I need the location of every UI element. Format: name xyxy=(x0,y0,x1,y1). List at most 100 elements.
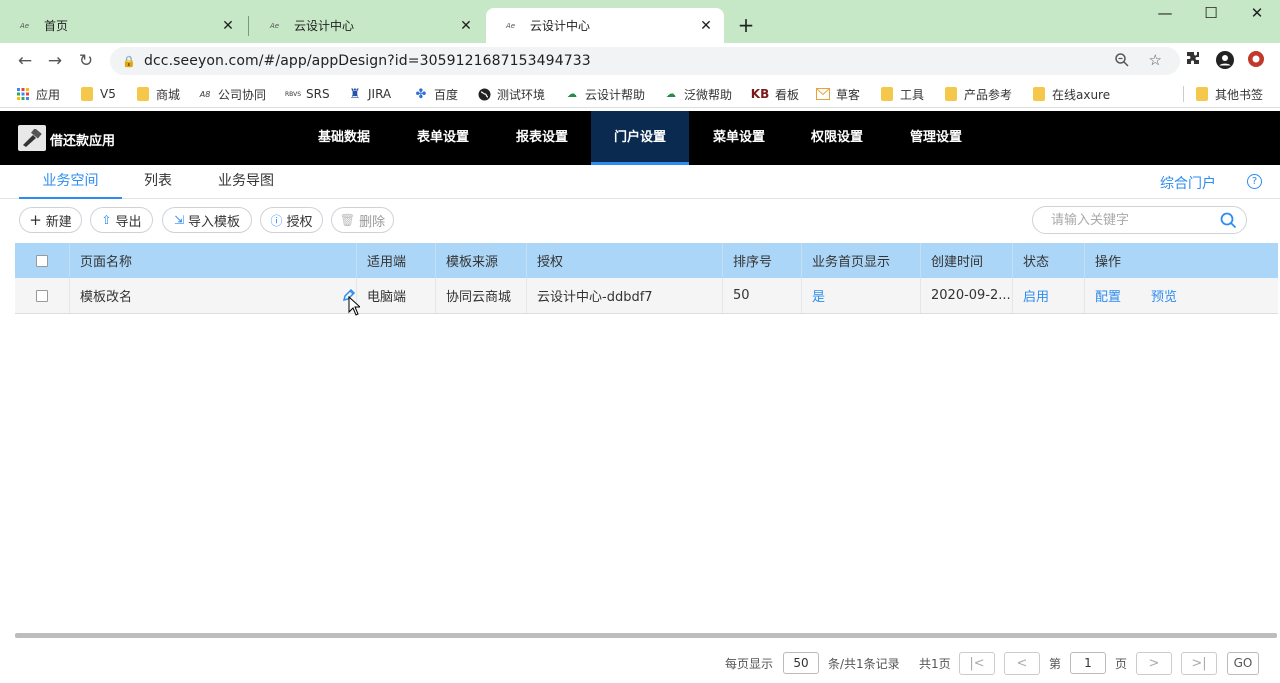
portal-link[interactable]: 综合门户 xyxy=(1160,173,1216,193)
nav-portal-settings[interactable]: 门户设置 xyxy=(591,111,689,165)
browser-tab-design-center[interactable]: Ae 云设计中心 ✕ xyxy=(250,8,484,43)
last-page-button[interactable]: >| xyxy=(1181,652,1217,675)
bookmark-mall[interactable]: 商城 xyxy=(136,85,180,103)
back-icon[interactable]: ← xyxy=(15,51,35,71)
nav-permission-settings[interactable]: 权限设置 xyxy=(789,111,885,165)
go-button[interactable]: GO xyxy=(1227,652,1259,675)
homepage-toggle-link[interactable]: 是 xyxy=(812,286,825,305)
new-button[interactable]: + 新建 xyxy=(19,207,82,233)
url-text: dcc.seeyon.com/#/app/appDesign?id=305912… xyxy=(144,53,591,69)
bookmark-other[interactable]: 其他书签 xyxy=(1195,85,1263,103)
close-icon[interactable]: ✕ xyxy=(458,18,474,34)
bookmark-label: 工具 xyxy=(900,87,925,102)
homepage-cell: 是 xyxy=(802,278,921,313)
prev-page-button[interactable]: < xyxy=(1004,652,1040,675)
search-input[interactable] xyxy=(1051,212,1211,228)
bookmark-apps[interactable]: 应用 xyxy=(16,85,60,103)
bookmark-caoke[interactable]: 草客 xyxy=(816,85,860,103)
nav-report-settings[interactable]: 报表设置 xyxy=(494,111,590,165)
bookmark-label: 看板 xyxy=(775,87,800,102)
app-logo-icon xyxy=(18,125,46,151)
import-template-button[interactable]: ⇲ 导入模板 xyxy=(162,207,252,233)
nav-menu-settings[interactable]: 菜单设置 xyxy=(691,111,787,165)
bookmark-test-env[interactable]: 测试环境 xyxy=(477,85,545,103)
bookmark-label: 云设计帮助 xyxy=(585,87,646,102)
bookmark-online-axure[interactable]: 在线axure xyxy=(1032,85,1110,103)
column-header[interactable]: 模板来源 xyxy=(436,243,527,278)
tab-business-map[interactable]: 业务导图 xyxy=(202,165,290,199)
tab-list[interactable]: 列表 xyxy=(128,165,188,199)
column-header[interactable]: 排序号 xyxy=(723,243,802,278)
globe-icon xyxy=(477,87,491,101)
pagination: 每页显示 50 条/共1条记录 共1页 |< < 第 1 页 > >| GO xyxy=(0,641,1280,683)
minimize-icon[interactable]: — xyxy=(1150,4,1180,22)
bookmark-star-icon[interactable]: ☆ xyxy=(1149,51,1162,69)
column-header[interactable]: 操作 xyxy=(1085,243,1278,278)
column-header[interactable]: 页面名称 xyxy=(70,243,357,278)
forward-icon[interactable]: → xyxy=(45,51,65,71)
preview-link[interactable]: 预览 xyxy=(1151,286,1177,305)
window-close-icon[interactable]: ✕ xyxy=(1242,4,1272,22)
bookmark-baidu[interactable]: ✤ 百度 xyxy=(414,85,458,103)
zoom-icon[interactable] xyxy=(1114,52,1130,72)
search-box xyxy=(1032,206,1247,234)
column-header[interactable]: 授权 xyxy=(527,243,723,278)
help-icon[interactable]: ? xyxy=(1247,174,1262,189)
seeyon-logo-icon: Ae xyxy=(270,21,280,30)
tab-title: 云设计中心 xyxy=(294,19,355,33)
column-header[interactable]: 业务首页显示 xyxy=(802,243,921,278)
browser-toolbar: ← → ↻ 🔒 dcc.seeyon.com/#/app/appDesign?i… xyxy=(0,43,1280,79)
bookmark-tools[interactable]: 工具 xyxy=(880,85,924,103)
site-icon: A8 xyxy=(199,89,211,99)
tab-title: 首页 xyxy=(44,19,69,33)
authorize-button[interactable]: ⓘ 授权 xyxy=(260,207,323,233)
row-checkbox-cell xyxy=(15,278,70,313)
bookmarks-bar: 应用 V5 商城 A8 公司协同 RBVS SRS ♜ JIRA ✤ 百度 测试… xyxy=(0,80,1280,108)
extensions-icon[interactable] xyxy=(1183,50,1203,70)
horizontal-scrollbar[interactable] xyxy=(15,633,1277,638)
nav-form-settings[interactable]: 表单设置 xyxy=(395,111,491,165)
browser-tab-home[interactable]: Ae 首页 ✕ xyxy=(0,8,246,43)
bookmark-label: 草客 xyxy=(836,87,861,102)
next-page-button[interactable]: > xyxy=(1136,652,1172,675)
nav-basic-data[interactable]: 基础数据 xyxy=(296,111,392,165)
column-header[interactable]: 创建时间 xyxy=(921,243,1013,278)
reload-icon[interactable]: ↻ xyxy=(76,51,96,71)
export-button[interactable]: ⇧ 导出 xyxy=(90,207,153,233)
records-label: 条/共1条记录 xyxy=(828,657,900,671)
bookmark-kanban[interactable]: KB 看板 xyxy=(751,85,799,103)
bookmark-product-ref[interactable]: 产品参考 xyxy=(944,85,1012,103)
extension-red-icon[interactable] xyxy=(1246,50,1266,70)
delete-button[interactable]: 🗑 删除 xyxy=(331,207,394,233)
address-bar[interactable]: 🔒 dcc.seeyon.com/#/app/appDesign?id=3059… xyxy=(110,47,1180,75)
table-row[interactable]: 模板改名 电脑端 协同云商城 云设计中心-ddbdf7 50 是 2020-09… xyxy=(15,278,1278,314)
profile-icon[interactable] xyxy=(1215,50,1235,70)
status-link[interactable]: 启用 xyxy=(1023,286,1049,305)
nav-admin-settings[interactable]: 管理设置 xyxy=(888,111,984,165)
page-number-input[interactable]: 1 xyxy=(1070,652,1106,674)
bookmark-cloud-design-help[interactable]: ☁ 云设计帮助 xyxy=(565,85,645,103)
row-checkbox[interactable] xyxy=(36,289,48,302)
column-header[interactable]: 适用端 xyxy=(357,243,436,278)
new-tab-button[interactable]: + xyxy=(736,14,756,36)
created-cell: 2020-09-2... xyxy=(921,278,1013,313)
page-name-cell: 模板改名 xyxy=(70,278,357,313)
table-empty-area xyxy=(15,315,1278,635)
close-icon[interactable]: ✕ xyxy=(220,18,236,34)
bookmark-v5[interactable]: V5 xyxy=(80,85,116,103)
close-icon[interactable]: ✕ xyxy=(698,18,714,34)
bookmark-srs[interactable]: RBVS SRS xyxy=(285,85,330,103)
select-all-checkbox[interactable] xyxy=(36,254,48,267)
config-link[interactable]: 配置 xyxy=(1095,286,1121,305)
per-page-input[interactable]: 50 xyxy=(783,652,819,674)
page-name: 模板改名 xyxy=(80,290,133,305)
column-header[interactable]: 状态 xyxy=(1013,243,1085,278)
bookmark-fanwei-help[interactable]: ☁ 泛微帮助 xyxy=(664,85,732,103)
bookmark-jira[interactable]: ♜ JIRA xyxy=(348,85,391,103)
maximize-icon[interactable]: ☐ xyxy=(1196,4,1226,22)
tab-business-space[interactable]: 业务空间 xyxy=(19,165,122,199)
first-page-button[interactable]: |< xyxy=(959,652,995,675)
search-icon[interactable] xyxy=(1220,212,1237,229)
browser-tab-design-center-active[interactable]: Ae 云设计中心 ✕ xyxy=(486,8,724,43)
bookmark-company-collab[interactable]: A8 公司协同 xyxy=(198,85,266,103)
